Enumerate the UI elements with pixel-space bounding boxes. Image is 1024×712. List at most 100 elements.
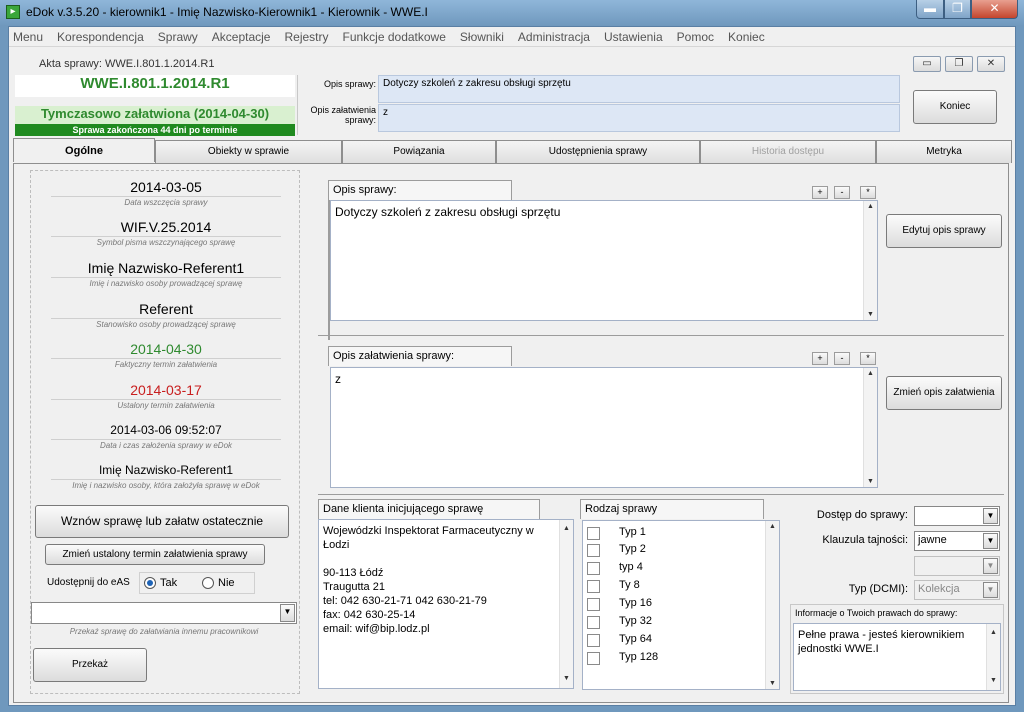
clause-label: Klauzula tajności:	[822, 534, 908, 546]
share-no-label: Nie	[218, 577, 235, 589]
opis-zoom-reset-button[interactable]: *	[860, 186, 876, 199]
opis-sprawy-scrollbar[interactable]: ▲ ▼	[863, 201, 877, 320]
app-icon: ▸	[6, 5, 20, 19]
opis-zalatwienia-textarea[interactable]: z ▲ ▼	[330, 367, 878, 488]
info-created-label: Data i czas założenia sprawy w eDok	[51, 439, 281, 450]
share-yes-radio[interactable]	[144, 577, 156, 589]
checkbox[interactable]	[587, 544, 600, 557]
menu-item-rejestry[interactable]: Rejestry	[284, 27, 328, 44]
tab-content: 2014-03-05 Data wszczęcia sprawy WIF.V.2…	[13, 163, 1009, 703]
opis-zoom-in-button[interactable]: +	[812, 186, 828, 199]
menu-item-menu[interactable]: Menu	[13, 27, 43, 44]
client-blank-line	[323, 552, 569, 566]
dcmi-type-select: Kolekcja ▼	[914, 580, 1000, 600]
client-name: Wojewódzki Inspektorat Farmaceutyczny w …	[323, 525, 534, 551]
case-window: Akta sprawy: WWE.I.801.1.2014.R1 ▭ ❐ ✕ W…	[9, 48, 1015, 705]
share-eas-label: Udostępnij do eAS	[47, 577, 130, 588]
tab-obiekty[interactable]: Obiekty w sprawie	[155, 140, 342, 163]
resume-case-button[interactable]: Wznów sprawę lub załatw ostatecznie	[35, 505, 289, 538]
client-fax: fax: 042 630-25-14	[323, 609, 416, 621]
checkbox[interactable]	[587, 634, 600, 647]
child-restore-button[interactable]: ❐	[945, 56, 973, 72]
app-client-area: Menu Korespondencja Sprawy Akceptacje Rejest…	[8, 26, 1016, 706]
checkbox[interactable]	[587, 580, 600, 593]
clause-value: jawne	[918, 534, 947, 546]
rights-info-textarea[interactable]: Pełne prawa - jesteś kierownikiem jednos…	[793, 623, 1001, 691]
scroll-up-icon[interactable]: ▲	[867, 370, 874, 377]
zal-zoom-in-button[interactable]: +	[812, 352, 828, 365]
scroll-up-icon[interactable]: ▲	[990, 626, 997, 640]
opis-zoom-out-button[interactable]: -	[834, 186, 850, 199]
client-scrollbar[interactable]: ▲ ▼	[559, 520, 573, 688]
close-window-button[interactable]: ✕	[971, 0, 1018, 19]
header-zalatwienie-label: Opis załatwienia sprawy:	[310, 105, 376, 125]
child-minimize-button[interactable]: ▭	[913, 56, 941, 72]
clause-select[interactable]: jawne ▼	[914, 531, 1000, 551]
transfer-employee-select[interactable]: ▼	[31, 602, 297, 624]
info-start-date: 2014-03-05	[130, 179, 202, 195]
checkbox[interactable]	[587, 598, 600, 611]
menu-item-sprawy[interactable]: Sprawy	[158, 27, 198, 44]
client-postcode: 90-113 Łódź	[323, 567, 384, 579]
scroll-down-icon[interactable]: ▼	[563, 672, 570, 686]
scroll-down-icon[interactable]: ▼	[867, 478, 874, 485]
info-creator-label: Imię i nazwisko osoby, która założyła sp…	[51, 479, 281, 490]
info-actual-term-label: Faktyczny termin załatwienia	[51, 358, 281, 369]
scroll-down-icon[interactable]: ▼	[990, 674, 997, 688]
info-handler: Imię Nazwisko-Referent1	[87, 260, 245, 276]
case-type-list[interactable]: Typ 1 Typ 2 typ 4 Ty 8 Typ 16 Typ 32 Typ…	[582, 520, 780, 690]
chevron-down-icon[interactable]: ▼	[983, 508, 998, 524]
scroll-down-icon[interactable]: ▼	[769, 680, 776, 687]
window-title-bar[interactable]: ▸ eDok v.3.5.20 - kierownik1 - Imię Nazw…	[0, 0, 1024, 26]
share-no-radio[interactable]	[202, 577, 214, 589]
extra-select: ▼	[914, 556, 1000, 576]
change-term-button[interactable]: Zmień ustalony termin załatwienia sprawy	[45, 544, 265, 565]
access-select[interactable]: ▼	[914, 506, 1000, 526]
menu-item-slowniki[interactable]: Słowniki	[460, 27, 504, 44]
maximize-button[interactable]: ❐	[944, 0, 971, 19]
zal-zoom-reset-button[interactable]: *	[860, 352, 876, 365]
child-close-button[interactable]: ✕	[977, 56, 1005, 72]
menu-item-funkcje-dodatkowe[interactable]: Funkcje dodatkowe	[343, 27, 446, 44]
menu-item-korespondencja[interactable]: Korespondencja	[57, 27, 144, 44]
edit-zalatwienie-button[interactable]: Zmień opis załatwienia	[886, 376, 1002, 410]
opis-sprawy-textarea[interactable]: Dotyczy szkoleń z zakresu obsługi sprzęt…	[330, 200, 878, 321]
rights-info-box: Informacje o Twoich prawach do sprawy: P…	[790, 604, 1004, 694]
info-set-term: 2014-03-17	[130, 382, 202, 398]
tab-metryka[interactable]: Metryka	[876, 140, 1012, 163]
menu-item-pomoc[interactable]: Pomoc	[677, 27, 714, 44]
case-type-scrollbar[interactable]: ▲ ▼	[765, 521, 779, 689]
tab-powiazania[interactable]: Powiązania	[342, 140, 496, 163]
client-street: Traugutta 21	[323, 581, 385, 593]
checkbox[interactable]	[587, 527, 600, 540]
opis-zalatwienia-text: z	[335, 372, 341, 386]
chevron-down-icon[interactable]: ▼	[983, 533, 998, 549]
end-button[interactable]: Koniec	[913, 90, 997, 124]
client-data-textarea[interactable]: Wojewódzki Inspektorat Farmaceutyczny w …	[318, 519, 574, 689]
menu-item-koniec[interactable]: Koniec	[728, 27, 765, 44]
opis-zalatwienia-scrollbar[interactable]: ▲ ▼	[863, 368, 877, 487]
menu-item-administracja[interactable]: Administracja	[518, 27, 590, 44]
minimize-button[interactable]: ▬	[916, 0, 944, 19]
scroll-up-icon[interactable]: ▲	[769, 523, 776, 530]
chevron-down-icon[interactable]: ▼	[280, 604, 295, 622]
menu-bar: Menu Korespondencja Sprawy Akceptacje Rejest…	[9, 27, 1015, 47]
tab-udostepnienia[interactable]: Udostępnienia sprawy	[496, 140, 700, 163]
header-opis-field: Dotyczy szkoleń z zakresu obsługi sprzęt…	[378, 75, 900, 103]
scroll-up-icon[interactable]: ▲	[867, 203, 874, 210]
menu-item-akceptacje[interactable]: Akceptacje	[212, 27, 271, 44]
checkbox[interactable]	[587, 616, 600, 629]
case-window-title: Akta sprawy: WWE.I.801.1.2014.R1	[39, 58, 215, 70]
checkbox[interactable]	[587, 652, 600, 665]
info-set-term-label: Ustalony termin załatwienia	[51, 399, 281, 410]
menu-item-ustawienia[interactable]: Ustawienia	[604, 27, 663, 44]
transfer-button[interactable]: Przekaż	[33, 648, 147, 682]
scroll-up-icon[interactable]: ▲	[563, 522, 570, 536]
zal-zoom-out-button[interactable]: -	[834, 352, 850, 365]
checkbox[interactable]	[587, 562, 600, 575]
edit-opis-button[interactable]: Edytuj opis sprawy	[886, 214, 1002, 248]
opis-zalatwienia-title: Opis załatwienia sprawy:	[328, 346, 512, 366]
tab-ogolne[interactable]: Ogólne	[13, 138, 155, 162]
scroll-down-icon[interactable]: ▼	[867, 311, 874, 318]
rights-scrollbar[interactable]: ▲ ▼	[986, 624, 1000, 690]
